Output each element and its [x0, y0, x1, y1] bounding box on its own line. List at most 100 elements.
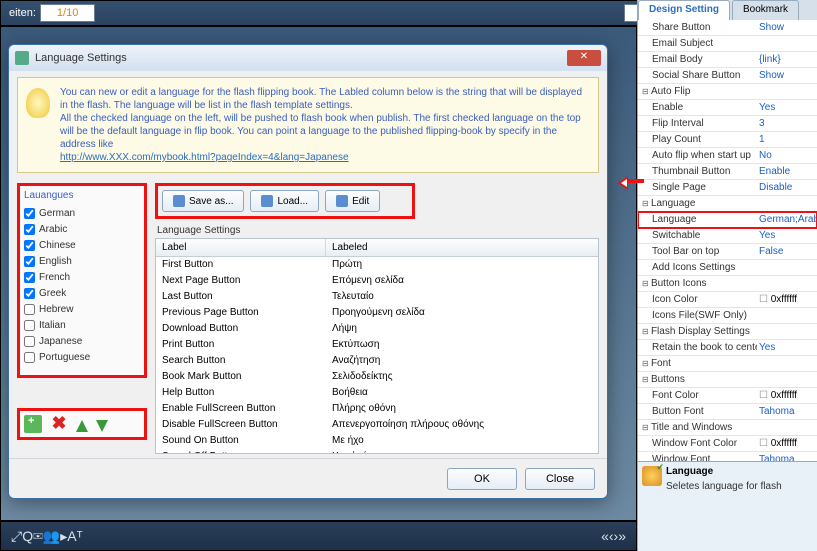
property-row[interactable]: Font Color0xffffff	[638, 388, 817, 404]
language-checkbox[interactable]	[24, 224, 35, 235]
remove-language-button[interactable]: ✖	[50, 415, 68, 433]
language-item[interactable]: Arabic	[24, 221, 140, 237]
table-row[interactable]: Previous Page ButtonΠροηγούμενη σελίδα	[156, 305, 598, 321]
language-item[interactable]: Portuguese	[24, 349, 140, 365]
language-item[interactable]: French	[24, 269, 140, 285]
property-category[interactable]: Buttons	[638, 372, 817, 388]
property-row[interactable]: Retain the book to centerYes	[638, 340, 817, 356]
property-row[interactable]: Auto flip when start upNo	[638, 148, 817, 164]
language-checkbox[interactable]	[24, 288, 35, 299]
toolbar-icon[interactable]: ✉	[33, 528, 43, 544]
property-value[interactable]: Tahoma	[757, 452, 817, 461]
property-row[interactable]: Button FontTahoma	[638, 404, 817, 420]
language-item[interactable]: Hebrew	[24, 301, 140, 317]
property-row[interactable]: Play Count1	[638, 132, 817, 148]
language-item[interactable]: English	[24, 253, 140, 269]
property-row[interactable]: Share ButtonShow	[638, 20, 817, 36]
language-checkbox[interactable]	[24, 208, 35, 219]
property-value[interactable]: 0xffffff	[757, 292, 817, 307]
toolbar-icon[interactable]: ⤢	[11, 528, 22, 544]
close-button[interactable]: Close	[525, 468, 595, 490]
property-value[interactable]: 0xffffff	[757, 436, 817, 451]
tab-bookmark[interactable]: Bookmark	[732, 0, 799, 20]
save-as-button[interactable]: Save as...	[162, 190, 244, 212]
add-language-button[interactable]	[24, 415, 42, 433]
property-value[interactable]	[757, 36, 817, 51]
property-value[interactable]: Disable	[757, 180, 817, 195]
nav-button[interactable]: »	[618, 528, 626, 544]
toolbar-icon[interactable]: Aᵀ	[67, 528, 82, 544]
property-row[interactable]: Window FontTahoma	[638, 452, 817, 461]
property-value[interactable]: Yes	[757, 228, 817, 243]
property-category[interactable]: Button Icons	[638, 276, 817, 292]
notice-url[interactable]: http://www.XXX.com/mybook.html?pageIndex…	[60, 152, 349, 163]
dialog-close-button[interactable]: ✕	[567, 50, 601, 66]
property-row[interactable]: Single PageDisable	[638, 180, 817, 196]
nav-button[interactable]: «	[601, 528, 609, 544]
property-row[interactable]: Icon Color0xffffff	[638, 292, 817, 308]
property-category[interactable]: Flash Display Settings	[638, 324, 817, 340]
property-value[interactable]: 0xffffff	[757, 388, 817, 403]
language-item[interactable]: Japanese	[24, 333, 140, 349]
property-value[interactable]: Tahoma	[757, 404, 817, 419]
language-item[interactable]: Greek	[24, 285, 140, 301]
property-row[interactable]: Tool Bar on topFalse	[638, 244, 817, 260]
table-row[interactable]: Search ButtonΑναζήτηση	[156, 353, 598, 369]
language-checkbox[interactable]	[24, 304, 35, 315]
table-row[interactable]: Book Mark ButtonΣελιδοδείκτης	[156, 369, 598, 385]
property-category[interactable]: Title and Windows	[638, 420, 817, 436]
property-row[interactable]: SwitchableYes	[638, 228, 817, 244]
language-checkbox[interactable]	[24, 256, 35, 267]
property-category[interactable]: Language	[638, 196, 817, 212]
toolbar-icon[interactable]: Q	[22, 528, 33, 544]
language-item[interactable]: Italian	[24, 317, 140, 333]
property-value[interactable]: Yes	[757, 100, 817, 115]
load-button[interactable]: Load...	[250, 190, 319, 212]
language-item[interactable]: Chinese	[24, 237, 140, 253]
property-value[interactable]: Show	[757, 68, 817, 83]
property-row[interactable]: Email Subject	[638, 36, 817, 52]
property-value[interactable]: 3	[757, 116, 817, 131]
language-item[interactable]: German	[24, 205, 140, 221]
table-row[interactable]: Next Page ButtonΕπόμενη σελίδα	[156, 273, 598, 289]
property-value[interactable]	[757, 308, 817, 323]
property-value[interactable]: 1	[757, 132, 817, 147]
table-row[interactable]: Sound On ButtonΜε ήχο	[156, 433, 598, 449]
dialog-titlebar[interactable]: Language Settings ✕	[9, 45, 607, 71]
table-row[interactable]: Print ButtonΕκτύπωση	[156, 337, 598, 353]
table-row[interactable]: Disable FullScreen ButtonΑπενεργοποίηση …	[156, 417, 598, 433]
property-value[interactable]: Show	[757, 20, 817, 35]
labels-table[interactable]: Label Labeled First ButtonΠρώτηNext Page…	[155, 238, 599, 454]
property-value[interactable]: No	[757, 148, 817, 163]
table-row[interactable]: Sound Off ButtonΧωρίς ήχο	[156, 449, 598, 454]
tab-design-setting[interactable]: Design Setting	[638, 0, 730, 20]
property-row[interactable]: Social Share ButtonShow	[638, 68, 817, 84]
property-row[interactable]: Icons File(SWF Only)	[638, 308, 817, 324]
table-row[interactable]: First ButtonΠρώτη	[156, 257, 598, 273]
property-grid[interactable]: Share ButtonShowEmail SubjectEmail Body{…	[638, 20, 817, 461]
language-checkbox[interactable]	[24, 240, 35, 251]
table-row[interactable]: Download ButtonΛήψη	[156, 321, 598, 337]
language-checkbox[interactable]	[24, 272, 35, 283]
property-row[interactable]: Flip Interval3	[638, 116, 817, 132]
property-value[interactable]: Yes	[757, 340, 817, 355]
property-value[interactable]: Enable	[757, 164, 817, 179]
table-row[interactable]: Help ButtonΒοήθεια	[156, 385, 598, 401]
language-checkbox[interactable]	[24, 352, 35, 363]
page-counter[interactable]: 1/10	[40, 4, 95, 22]
property-value[interactable]: False	[757, 244, 817, 259]
edit-button[interactable]: Edit	[325, 190, 380, 212]
table-row[interactable]: Last ButtonΤελευταίο	[156, 289, 598, 305]
property-row[interactable]: EnableYes	[638, 100, 817, 116]
property-row[interactable]: Add Icons Settings	[638, 260, 817, 276]
property-row[interactable]: Email Body{link}	[638, 52, 817, 68]
property-value[interactable]	[757, 260, 817, 275]
property-value[interactable]: German;Arabic…	[757, 212, 817, 227]
toolbar-icon[interactable]: 👥	[43, 528, 60, 544]
move-down-button[interactable]	[96, 420, 108, 432]
property-row[interactable]: LanguageGerman;Arabic…	[638, 212, 817, 228]
move-up-button[interactable]	[76, 420, 88, 432]
property-category[interactable]: Auto Flip	[638, 84, 817, 100]
property-category[interactable]: Font	[638, 356, 817, 372]
property-value[interactable]: {link}	[757, 52, 817, 67]
